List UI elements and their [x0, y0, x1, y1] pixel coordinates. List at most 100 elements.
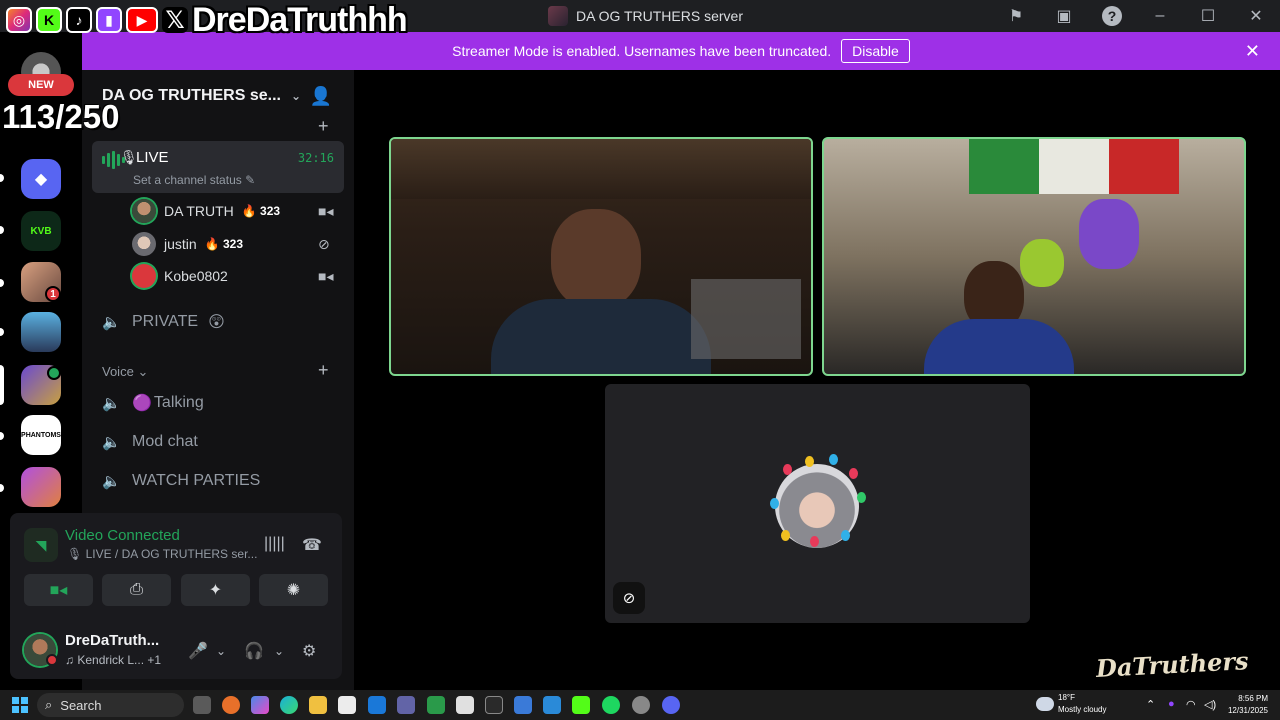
unread-pip: [0, 328, 4, 336]
gear-icon[interactable]: ⚙: [302, 641, 316, 661]
system-clock[interactable]: 8:56 PM 12/31/2025: [1222, 693, 1268, 717]
file-explorer-icon[interactable]: [309, 696, 327, 714]
close-notice-icon[interactable]: ✕: [1245, 41, 1260, 62]
guild-header[interactable]: DA OG TRUTHERS se... ⌄ 👤: [82, 70, 354, 122]
minimize-icon[interactable]: –: [1136, 0, 1184, 32]
inbox-flag-icon[interactable]: ⚑: [992, 0, 1040, 32]
twitch-icon: ▮: [96, 7, 122, 33]
channel-talking[interactable]: 🔈 🟣 Talking: [102, 391, 204, 415]
light-bulb-decoration: [857, 492, 866, 503]
teams-icon[interactable]: [397, 696, 415, 714]
chevron-down-icon[interactable]: ⌄: [216, 644, 226, 658]
guild-name: DA OG TRUTHERS se...: [102, 87, 281, 104]
headphones-icon[interactable]: 🎧: [244, 641, 264, 661]
voice-user-row[interactable]: justin 🔥 323: [132, 230, 243, 258]
person-body: [924, 319, 1074, 374]
capcut-icon[interactable]: [485, 696, 503, 714]
volume-icon[interactable]: ◁): [1204, 698, 1216, 711]
server-icon-phantoms[interactable]: PHANTOMS: [21, 415, 61, 455]
create-channel-icon[interactable]: +: [318, 116, 329, 137]
inbox-icon[interactable]: ▣: [1040, 0, 1088, 32]
windows-start-icon[interactable]: [12, 697, 28, 713]
kick-app-icon[interactable]: [572, 696, 590, 714]
pencil-icon: ✎: [245, 173, 256, 187]
tray-app-icon[interactable]: ●: [1168, 698, 1175, 710]
wifi-icon[interactable]: ◠: [1186, 698, 1196, 711]
search-label: Search: [60, 697, 102, 713]
maximize-icon[interactable]: ☐: [1184, 0, 1232, 32]
soundboard-button[interactable]: ✺: [259, 574, 328, 606]
chevron-down-icon: ⌄: [290, 89, 302, 103]
disable-streamer-mode-button[interactable]: Disable: [841, 39, 910, 63]
speaker-locked-icon: 🔈: [102, 473, 121, 490]
voice-user-row[interactable]: DA TRUTH 🔥 323: [132, 197, 280, 225]
photos-icon[interactable]: [543, 696, 561, 714]
firefox-icon[interactable]: [222, 696, 240, 714]
tray-chevron-icon[interactable]: ⌃: [1146, 698, 1155, 711]
user-name[interactable]: DreDaTruth...: [65, 632, 159, 649]
speaker-locked-icon: 🔈: [102, 434, 121, 451]
channel-private[interactable]: 🔈 PRIVATE 😲: [102, 310, 225, 334]
window-close-icon[interactable]: ✕: [1232, 0, 1280, 32]
notification-badge: 1: [45, 286, 61, 302]
connection-signal-icon[interactable]: ◥: [24, 528, 58, 562]
activities-button[interactable]: ✦: [181, 574, 250, 606]
category-voice[interactable]: Voice ⌄: [102, 364, 148, 380]
soundboard-icon: ✺: [286, 582, 301, 599]
server-icon-5[interactable]: [21, 467, 61, 507]
unread-pip: [0, 279, 4, 287]
chevron-down-icon[interactable]: ⌄: [274, 644, 284, 658]
voice-location[interactable]: 🎙 LIVE / DA OG TRUTHERS ser...: [67, 547, 257, 561]
bed-blanket: [691, 279, 801, 359]
user-name: DA TRUTH: [164, 203, 234, 219]
video-tile-1[interactable]: [389, 137, 813, 376]
server-icon-kvb[interactable]: KVB: [21, 211, 61, 251]
create-channel-icon[interactable]: +: [318, 360, 329, 381]
channel-mod-chat[interactable]: 🔈 Mod chat: [102, 430, 198, 454]
clock-date: 12/31/2025: [1227, 706, 1268, 715]
channel-live[interactable]: 🎙 LIVE 32:16 Set a channel status ✎: [92, 141, 344, 193]
taskbar-search[interactable]: ⌕ Search: [37, 693, 184, 717]
xbox-icon[interactable]: [427, 696, 445, 714]
new-badge: NEW: [8, 74, 74, 96]
noise-suppression-icon[interactable]: |||||: [264, 535, 285, 553]
channel-status[interactable]: Set a channel status ✎: [133, 173, 255, 187]
microphone-icon[interactable]: 🎤: [188, 641, 208, 661]
light-bulb-decoration: [805, 456, 814, 467]
camera-button[interactable]: ■◂: [24, 574, 93, 606]
screen-share-button[interactable]: ⎙: [102, 574, 171, 606]
store-icon[interactable]: [338, 696, 356, 714]
audio-tile[interactable]: ⊘: [605, 384, 1030, 623]
task-view-icon[interactable]: [193, 696, 211, 714]
avatar: [132, 264, 156, 288]
channel-timer: 32:16: [297, 151, 334, 165]
server-icon-2[interactable]: ◆: [21, 159, 61, 199]
stream-watermark-logo: DaTruthers: [1095, 646, 1250, 683]
channel-watch-parties[interactable]: 🔈 WATCH PARTIES: [102, 469, 260, 493]
help-icon[interactable]: ?: [1088, 0, 1136, 32]
stream-overlay-socials: ◎ K ♪ ▮ ▶ 𝕏 DreDaTruthhh: [0, 0, 408, 40]
invite-people-icon[interactable]: 👤: [310, 86, 332, 107]
server-icon: [548, 6, 568, 26]
voice-user-row[interactable]: Kobe0802: [132, 262, 228, 290]
dnd-status-icon: [46, 654, 58, 666]
clock-time: 8:56 PM: [1238, 694, 1268, 703]
video-tile-2[interactable]: [822, 137, 1246, 376]
youtube-icon: ▶: [126, 7, 158, 33]
spotify-icon[interactable]: [602, 696, 620, 714]
video-camera-icon: ■◂: [49, 582, 68, 599]
app-icon[interactable]: [456, 696, 474, 714]
disconnect-icon[interactable]: ☎: [302, 535, 322, 555]
voice-status[interactable]: Video Connected: [65, 527, 180, 544]
server-icon-4[interactable]: [21, 312, 61, 352]
edge-icon[interactable]: [280, 696, 298, 714]
outlook-icon[interactable]: [368, 696, 386, 714]
search-icon: ⌕: [45, 697, 53, 712]
app-icon[interactable]: [514, 696, 532, 714]
speaker-icon: 🔈: [102, 395, 121, 412]
copilot-icon[interactable]: [251, 696, 269, 714]
obs-icon[interactable]: [632, 696, 650, 714]
discord-icon[interactable]: [662, 696, 680, 714]
user-name: Kobe0802: [164, 268, 228, 284]
light-bulb-decoration: [841, 530, 850, 541]
